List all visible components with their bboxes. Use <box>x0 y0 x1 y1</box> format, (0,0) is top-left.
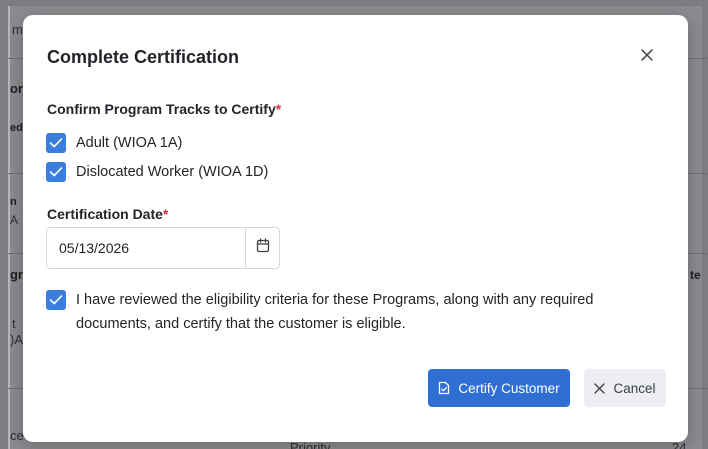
attestation-text[interactable]: I have reviewed the eligibility criteria… <box>76 288 636 336</box>
eligibility-attestation[interactable]: I have reviewed the eligibility criteria… <box>46 290 636 336</box>
background-text: A <box>10 213 19 227</box>
background-divider <box>688 253 708 254</box>
cancel-label: Cancel <box>613 380 656 396</box>
checkmark-icon <box>49 138 63 148</box>
checkmark-icon <box>49 167 63 177</box>
background-text: t <box>12 316 16 331</box>
dislocated-worker-checkbox[interactable] <box>46 162 66 182</box>
dialog-title: Complete Certification <box>47 47 240 67</box>
background-text: or <box>10 81 23 96</box>
track-option-dislocated-worker[interactable]: Dislocated Worker (WIOA 1D) <box>46 162 268 182</box>
required-asterisk: * <box>275 101 282 117</box>
adult-checkbox[interactable] <box>46 133 66 153</box>
certification-date-label: Certification Date* <box>47 206 169 222</box>
track-option-adult[interactable]: Adult (WIOA 1A) <box>46 133 182 153</box>
adult-label[interactable]: Adult (WIOA 1A) <box>76 135 182 151</box>
background-text: gr <box>10 267 23 282</box>
certification-date-input[interactable] <box>47 228 245 268</box>
date-picker-button[interactable] <box>245 228 279 268</box>
dislocated-worker-label[interactable]: Dislocated Worker (WIOA 1D) <box>76 164 268 180</box>
background-text: ce <box>10 428 24 443</box>
certification-date-field <box>46 227 280 269</box>
background-divider <box>688 173 708 174</box>
attestation-checkbox[interactable] <box>46 290 66 310</box>
document-check-icon <box>438 381 450 395</box>
program-tracks-label: Confirm Program Tracks to Certify* <box>47 101 282 117</box>
close-icon <box>594 382 606 394</box>
cancel-button[interactable]: Cancel <box>584 369 666 407</box>
background-divider <box>688 58 708 59</box>
calendar-icon <box>256 238 270 258</box>
background-text: ed <box>10 122 23 134</box>
background-text: )A <box>10 332 23 347</box>
close-button[interactable] <box>635 45 659 69</box>
certify-customer-button[interactable]: Certify Customer <box>428 369 570 407</box>
background-divider <box>688 388 708 389</box>
certify-customer-label: Certify Customer <box>458 380 560 396</box>
background-text: n <box>10 196 17 208</box>
required-asterisk: * <box>162 206 169 222</box>
checkmark-icon <box>49 295 63 305</box>
close-icon <box>641 48 653 66</box>
background-text: te <box>690 268 701 282</box>
background-text: m <box>12 22 23 37</box>
complete-certification-dialog: Complete Certification Confirm Program T… <box>23 15 688 442</box>
